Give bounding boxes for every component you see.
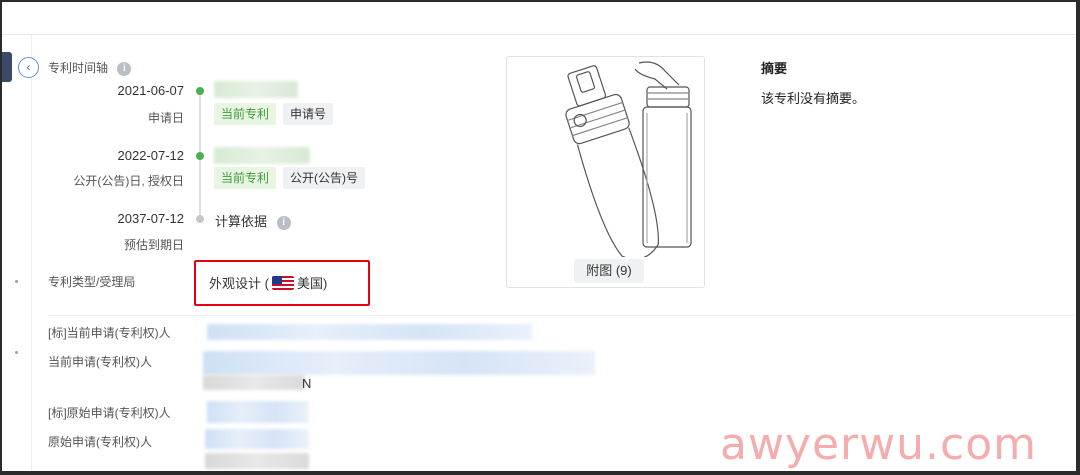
figure-count-button[interactable]: 附图 (9) xyxy=(574,259,644,283)
calculation-basis-label: 计算依据 xyxy=(215,214,268,229)
current-assignee-tail: N xyxy=(302,376,312,391)
original-assignee-label: 原始申请(专利权)人 xyxy=(48,435,152,449)
timeline-dot xyxy=(196,87,204,95)
timeline-sub-application: 申请日 xyxy=(147,111,184,125)
info-icon[interactable]: i xyxy=(276,215,291,230)
patent-type-text: 外观设计 xyxy=(209,276,262,291)
original-assignee-std-label: [标]原始申请(专利权)人 xyxy=(48,406,171,420)
current-patent-tag[interactable]: 当前专利 xyxy=(214,167,277,189)
timeline-sub-publication: 公开(公告)日, 授权日 xyxy=(73,174,184,188)
patent-type-label: 专利类型/受理局 xyxy=(48,275,136,289)
open-paren: ( xyxy=(264,276,269,291)
redacted-original-assignee-std[interactable] xyxy=(207,401,309,423)
collapse-chevron-icon[interactable]: ‹ xyxy=(18,57,39,78)
timeline-date-application: 2021-06-07 xyxy=(117,83,185,98)
redacted-current-assignee-std[interactable] xyxy=(207,324,532,340)
abstract-text: 该专利没有摘要。 xyxy=(761,91,866,106)
side-marker xyxy=(15,351,18,354)
timeline-section: 专利时间轴 i xyxy=(48,59,132,76)
country-text: 美国 xyxy=(296,276,323,291)
top-bar xyxy=(2,2,1076,35)
redacted-application-number xyxy=(214,81,298,98)
patent-figure-card[interactable]: 附图 (9) xyxy=(506,56,705,288)
current-assignee-label: 当前申请(专利权)人 xyxy=(48,355,152,369)
bottle-drawing xyxy=(565,61,692,257)
timeline-dot xyxy=(196,215,204,223)
timeline-date-publication: 2022-07-12 xyxy=(117,148,185,163)
app-frame: ‹ 专利时间轴 i 2021-06-07 申请日 当前专利 申请号 2022-0… xyxy=(2,2,1076,471)
us-flag-icon xyxy=(271,276,294,290)
calculation-basis: 计算依据 i xyxy=(215,211,291,230)
redacted-publication-number xyxy=(214,147,310,164)
redacted-original-assignee-line2 xyxy=(205,453,309,469)
redacted-current-assignee[interactable] xyxy=(203,351,595,375)
redacted-original-assignee[interactable] xyxy=(205,429,309,449)
publication-number-tag[interactable]: 公开(公告)号 xyxy=(283,167,365,189)
side-marker xyxy=(15,280,18,283)
info-icon[interactable]: i xyxy=(117,61,132,76)
current-assignee-std-label: [标]当前申请(专利权)人 xyxy=(48,326,171,340)
site-watermark: awyerwu.com xyxy=(720,419,1037,470)
timeline-dot xyxy=(196,152,204,160)
current-patent-tag[interactable]: 当前专利 xyxy=(214,103,277,125)
section-divider xyxy=(48,315,1076,316)
application-number-tag[interactable]: 申请号 xyxy=(283,103,334,125)
timeline-sub-expiry: 预估到期日 xyxy=(123,238,184,252)
timeline-date-expiry: 2037-07-12 xyxy=(117,211,185,226)
side-nav-tab[interactable] xyxy=(2,52,12,82)
close-paren: ) xyxy=(323,276,328,291)
abstract-title: 摘要 xyxy=(761,61,788,76)
left-side-strip xyxy=(2,35,32,471)
redacted-current-assignee-line2 xyxy=(203,375,305,390)
patent-type-value: 外观设计 ( 美国) xyxy=(209,273,327,292)
timeline-label: 专利时间轴 xyxy=(48,61,109,75)
